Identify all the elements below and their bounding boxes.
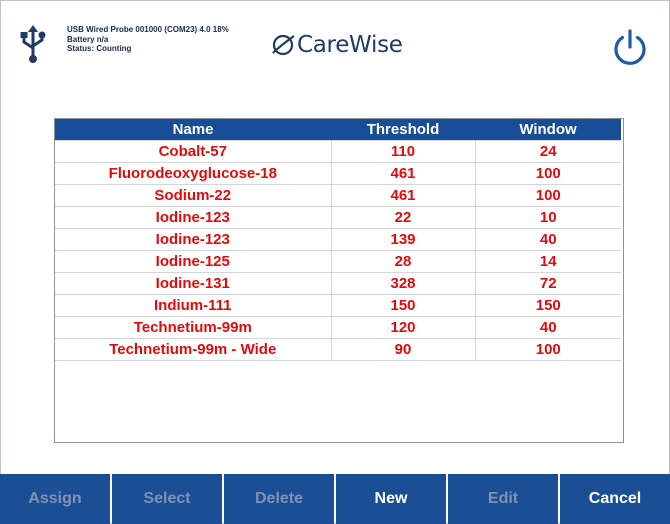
table-row[interactable]: Iodine-123 22 10: [55, 206, 621, 229]
cell-window: 72: [474, 272, 621, 295]
cell-window: 24: [474, 140, 621, 163]
cell-threshold: 139: [330, 228, 476, 251]
carewise-logo-icon: [272, 34, 295, 56]
cell-threshold: 461: [330, 184, 476, 207]
cell-threshold: 461: [330, 162, 476, 185]
new-button[interactable]: New: [336, 474, 446, 524]
cell-window: 14: [474, 250, 621, 273]
cell-name: Iodine-123: [55, 228, 332, 251]
table-row[interactable]: Iodine-125 28 14: [55, 250, 621, 273]
action-bar: Assign Select Delete New Edit Cancel: [0, 474, 670, 524]
table-row[interactable]: Iodine-131 328 72: [55, 272, 621, 295]
probe-status-line: USB Wired Probe 001000 (COM23) 4.0 18%: [67, 25, 229, 34]
cell-window: 100: [474, 162, 621, 185]
cell-threshold: 120: [330, 316, 476, 339]
table-row[interactable]: Iodine-123 139 40: [55, 228, 621, 251]
carewise-logo: CareWise: [271, 30, 403, 60]
usb-icon: [20, 25, 46, 63]
cell-threshold: 22: [330, 206, 476, 229]
probe-status: USB Wired Probe 001000 (COM23) 4.0 18% B…: [67, 25, 229, 54]
cell-name: Fluorodeoxyglucose-18: [55, 162, 332, 185]
power-icon[interactable]: [611, 28, 649, 66]
counting-status-line: Status: Counting: [67, 44, 132, 53]
table-row[interactable]: Cobalt-57 110 24: [55, 140, 621, 163]
cell-name: Iodine-131: [55, 272, 332, 295]
cell-window: 10: [474, 206, 621, 229]
cell-name: Iodine-125: [55, 250, 332, 273]
cell-name: Iodine-123: [55, 206, 332, 229]
column-header-threshold[interactable]: Threshold: [331, 119, 475, 141]
cell-window: 100: [474, 184, 621, 207]
cell-window: 100: [474, 338, 621, 361]
table-row[interactable]: Technetium-99m - Wide 90 100: [55, 338, 621, 361]
cell-threshold: 150: [330, 294, 476, 317]
table-row[interactable]: Technetium-99m 120 40: [55, 316, 621, 339]
cell-name: Sodium-22: [55, 184, 332, 207]
table-row[interactable]: Fluorodeoxyglucose-18 461 100: [55, 162, 621, 185]
assign-button[interactable]: Assign: [0, 474, 110, 524]
cell-window: 40: [474, 316, 621, 339]
column-header-name[interactable]: Name: [55, 119, 331, 141]
battery-status-line: Battery n/a: [67, 34, 109, 44]
isotope-table-panel: Name Threshold Window Cobalt-57 110 24 F…: [54, 118, 624, 443]
table-header-row: Name Threshold Window: [55, 119, 621, 141]
cell-window: 150: [474, 294, 621, 317]
column-header-window[interactable]: Window: [475, 119, 621, 141]
cell-name: Indium-111: [55, 294, 332, 317]
cell-threshold: 328: [330, 272, 476, 295]
cell-threshold: 28: [330, 250, 476, 273]
cancel-button[interactable]: Cancel: [560, 474, 670, 524]
logo-text: CareWise: [297, 32, 403, 58]
edit-button[interactable]: Edit: [448, 474, 558, 524]
isotope-table: Name Threshold Window Cobalt-57 110 24 F…: [55, 119, 621, 361]
table-row[interactable]: Indium-111 150 150: [55, 294, 621, 317]
cell-threshold: 90: [330, 338, 476, 361]
select-button[interactable]: Select: [112, 474, 222, 524]
cell-threshold: 110: [330, 140, 476, 163]
table-row[interactable]: Sodium-22 461 100: [55, 184, 621, 207]
delete-button[interactable]: Delete: [224, 474, 334, 524]
cell-name: Technetium-99m - Wide: [55, 338, 332, 361]
cell-name: Cobalt-57: [55, 140, 332, 163]
cell-name: Technetium-99m: [55, 316, 332, 339]
cell-window: 40: [474, 228, 621, 251]
